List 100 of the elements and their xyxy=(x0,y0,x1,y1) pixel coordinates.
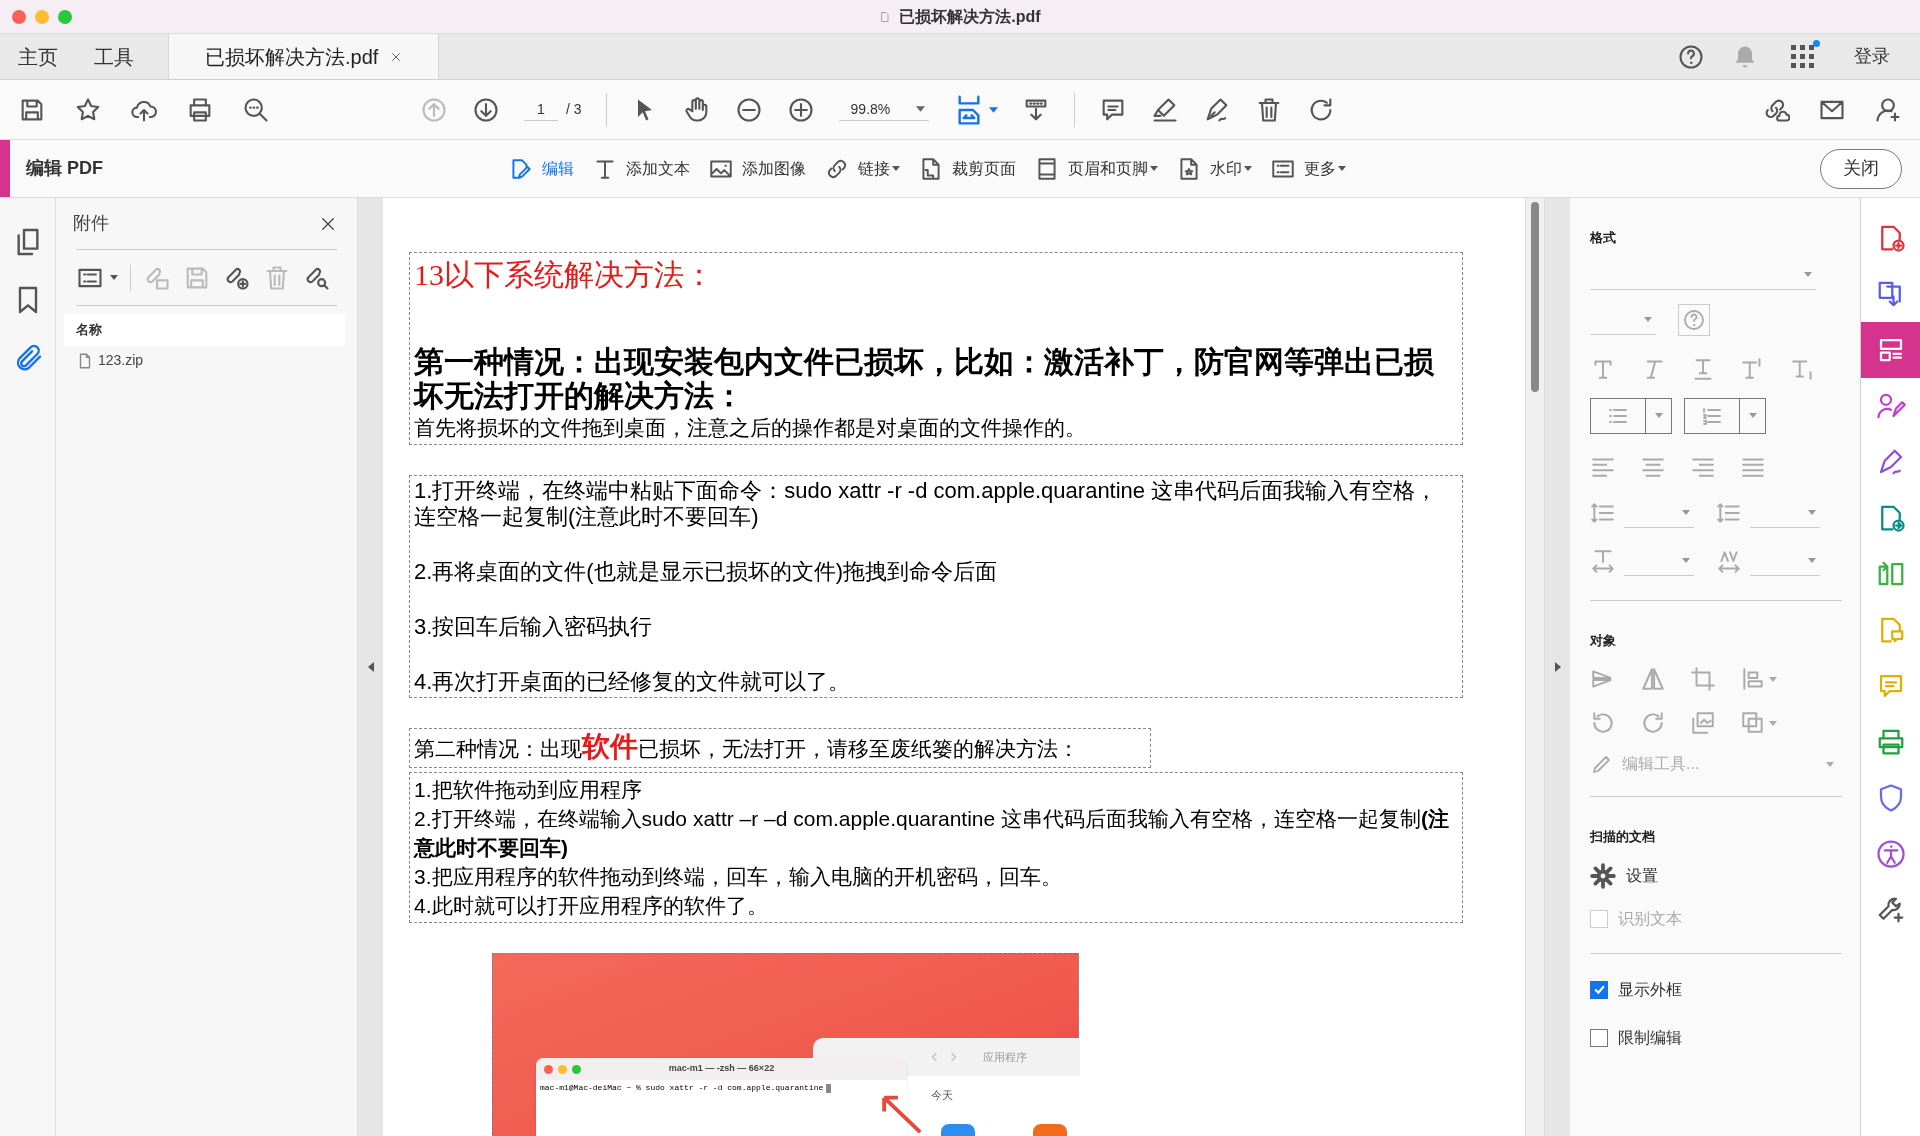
scrollbar-thumb[interactable] xyxy=(1531,202,1539,392)
numbered-list-button[interactable] xyxy=(1684,397,1766,434)
paragraph: 3.把应用程序的软件拖动到终端，回车，输入电脑的开机密码，回车。 xyxy=(414,864,1063,890)
paragraph: 4.此时就可以打开应用程序的软件了。 xyxy=(414,893,769,919)
text-box[interactable]: 1.打开终端，在终端中粘贴下面命令：sudo xattr -r -d com.apple.quarantine 这串代码后面我输入有空格，连空格一起复制(注意此时不要回车) 2.再将桌面的文件(也就是显示已损坏的文件)拖拽到命令后面 3.按回车后输入密码执行 4.再次打开桌面的已经修复的文件就可以了。 xyxy=(409,475,1463,698)
accent-stripe xyxy=(0,140,10,197)
caret-icon xyxy=(1826,761,1834,767)
terminal-command: mac-m1@Mac-deiMac ~ % sudo xattr -r -d com.apple.quarantine xyxy=(540,1082,824,1094)
accessibility-icon xyxy=(1875,839,1906,869)
window-title: 已损坏解决方法.pdf xyxy=(899,6,1041,27)
window-controls[interactable] xyxy=(544,1064,581,1074)
checkbox[interactable] xyxy=(1590,1028,1608,1047)
flip-horizontal-icon xyxy=(1640,666,1666,692)
page-number-field[interactable]: 1 xyxy=(524,98,558,121)
checkbox-option[interactable]: 显示外框 xyxy=(1590,977,1842,1002)
section-heading: 第二种情况：出现软件已损坏，无法打开，请移至废纸篓的解决方法： xyxy=(414,731,1080,764)
file-name[interactable]: 123.zip xyxy=(98,350,144,371)
column-header: 名称 xyxy=(64,314,345,346)
caret-icon xyxy=(1654,413,1663,418)
caret-icon xyxy=(1808,557,1816,563)
caret-icon xyxy=(1808,509,1816,515)
edit-tool[interactable]: 添加图像 xyxy=(708,155,806,182)
zoom-field[interactable]: 99.8% xyxy=(838,98,929,121)
caret-icon xyxy=(988,106,998,113)
arrange-icon xyxy=(1740,710,1766,736)
terminal-title: mac-m1 — -zsh — 66×22 xyxy=(668,1062,775,1076)
text-box[interactable]: 13以下系统解决方法： 第一种情况：出现安装包内文件已损坏，比如：激活补丁，防官网等弹出已损坏无法打开的解决方法： 首先将损坏的文件拖到桌面，注意之后的操作都是对桌面的文件操作的。 xyxy=(409,252,1463,445)
help-icon xyxy=(1682,307,1706,332)
zoom-in-button[interactable] xyxy=(786,95,815,124)
close-button[interactable]: 关闭 xyxy=(1820,148,1902,189)
text-cursor xyxy=(826,1083,832,1093)
tab[interactable]: 工具 xyxy=(76,34,152,79)
document-title: 13以下系统解决方法： xyxy=(414,257,715,293)
align-objects-icon xyxy=(1740,666,1766,692)
replace-image-icon xyxy=(1690,710,1716,736)
checkbox-option[interactable]: 限制编辑 xyxy=(1590,1025,1842,1050)
edit-pdf-title: 编辑 PDF xyxy=(26,157,104,180)
zoom-out-button[interactable] xyxy=(734,95,763,124)
paragraph: 2.打开终端，在终端输入sudo xattr –r –d com.apple.quarantine 这串代码后面我输入有空格，连空格一起复制(注意此时不要回车) xyxy=(414,806,1451,861)
tab[interactable]: 主页 xyxy=(0,34,76,79)
close-window-button[interactable] xyxy=(12,10,26,24)
rotate-left-icon xyxy=(1590,710,1616,736)
highlighter-button[interactable] xyxy=(1150,95,1179,124)
edit-tool[interactable]: 链接 xyxy=(824,155,900,182)
settings-icon xyxy=(1590,862,1616,889)
page-total: / 3 xyxy=(566,100,582,119)
sign-in-button[interactable]: 登录 xyxy=(1854,43,1890,70)
caret-icon xyxy=(1769,676,1777,682)
caret-icon xyxy=(1682,509,1690,515)
edit-tool[interactable]: 更多 xyxy=(1270,155,1346,182)
crop-icon xyxy=(1690,666,1716,692)
help-icon xyxy=(1677,42,1705,71)
tool-button[interactable] xyxy=(1861,322,1920,378)
collapse-right-icon[interactable] xyxy=(1554,662,1561,672)
edit-tool[interactable]: 裁剪页面 xyxy=(918,155,1016,182)
finder-section: 今天 xyxy=(931,1089,953,1101)
paragraph: 1.把软件拖动到应用程序 xyxy=(414,777,643,803)
person-pen-icon xyxy=(1875,391,1906,421)
find-button[interactable] xyxy=(242,95,270,124)
document-icon xyxy=(879,10,892,23)
text-box[interactable]: 1.把软件拖动到应用程序 2.打开终端，在终端输入sudo xattr –r –d com.apple.quarantine 这串代码后面我输入有空格，连空格一起复制(注意此时不要回车) 3.把应用程序的软件拖动到终端，回车，输入电脑的开机密码，回车。 4.此时就可以打开应用程序的软件了。 xyxy=(409,772,1463,923)
edit-tool[interactable]: 添加文本 xyxy=(592,155,690,182)
previous-page-icon xyxy=(420,95,448,124)
step-text: 1.打开终端，在终端中粘贴下面命令：sudo xattr -r -d com.apple.quarantine 这串代码后面我输入有空格，连空格一起复制(注意此时不要回车) xyxy=(414,478,1439,530)
caret-icon xyxy=(1748,413,1757,418)
tab[interactable]: 已损坏解决方法.pdf xyxy=(168,34,440,79)
checkbox[interactable] xyxy=(1590,980,1608,999)
find-icon xyxy=(242,95,270,124)
zoom-out-icon xyxy=(734,95,763,124)
bullet-list-button[interactable] xyxy=(1590,397,1672,434)
section-title: 格式 xyxy=(1590,229,1617,247)
next-page-icon xyxy=(472,95,500,124)
section-heading: 第一种情况：出现安装包内文件已损坏，比如：激活补丁，防官网等弹出已损坏无法打开的解决方法： xyxy=(414,345,1435,413)
paragraph: 首先将损坏的文件拖到桌面，注意之后的操作都是对桌面的文件操作的。 xyxy=(414,415,1087,441)
caret-icon xyxy=(110,275,118,280)
step-text: 3.按回车后输入密码执行 xyxy=(414,614,654,640)
caret-icon xyxy=(1682,557,1690,563)
section-title: 扫描的文档 xyxy=(1590,828,1656,846)
embedded-screenshot[interactable]: 应用程序 今天 mac-m1 — -zsh — 66×22 mac-m1@Mac-deiMac ~ % sudo xattr -r -d com.apple.quarantine xyxy=(492,953,1079,1136)
edit-tool[interactable]: 编辑 xyxy=(508,155,574,182)
step-text: 2.再将桌面的文件(也就是显示已损坏的文件)拖拽到命令后面 xyxy=(414,559,998,585)
caret-icon xyxy=(1644,316,1652,322)
help-button[interactable] xyxy=(1677,42,1705,71)
close-tab-icon[interactable] xyxy=(390,50,403,63)
checkmark-icon xyxy=(1592,983,1606,996)
caret-icon xyxy=(915,106,925,112)
horizontal-scale-icon xyxy=(1590,547,1616,574)
step-text: 4.再次打开桌面的已经修复的文件就可以了。 xyxy=(414,669,852,695)
caret-icon xyxy=(1769,720,1777,726)
edit-tool[interactable]: 水印 xyxy=(1176,155,1252,182)
edit-tool[interactable]: 页眉和页脚 xyxy=(1034,155,1158,182)
zoom-in-icon xyxy=(786,95,815,124)
finder-title: 应用程序 xyxy=(983,1049,1027,1065)
caret-icon xyxy=(1804,271,1812,277)
highlighter-icon xyxy=(1150,95,1179,124)
collapse-left-icon[interactable] xyxy=(367,662,374,672)
next-page-button[interactable] xyxy=(472,95,500,124)
panel-title: 附件 xyxy=(73,212,109,235)
text-box[interactable]: 第二种情况：出现软件已损坏，无法打开，请移至废纸篓的解决方法： xyxy=(409,728,1151,768)
settings-button[interactable]: 设置 xyxy=(1590,862,1842,889)
